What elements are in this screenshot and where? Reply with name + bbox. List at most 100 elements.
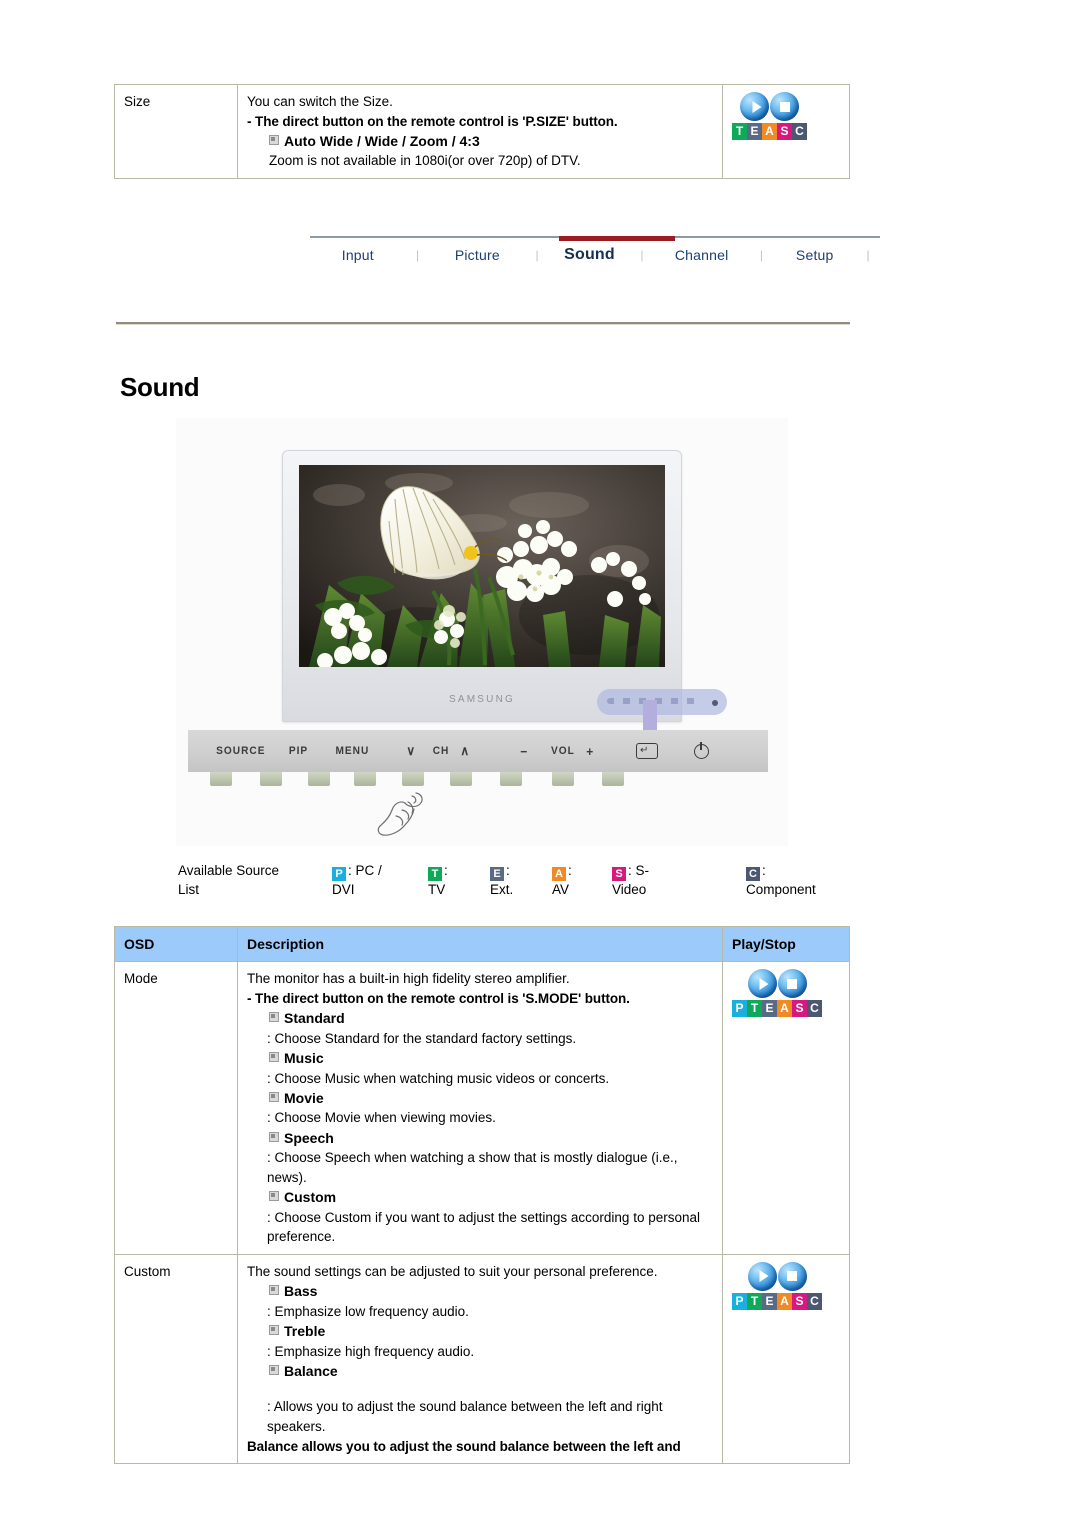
- foot-3: [308, 772, 330, 786]
- source-value-a: AV: [552, 882, 570, 897]
- mode-bullet-custom-text: Custom: [284, 1189, 337, 1206]
- pointing-hand-illustration: [372, 788, 432, 840]
- letter-badge-s-icon: S: [792, 1000, 807, 1018]
- custom-desc-treble: : Emphasize high frequency audio.: [267, 1343, 475, 1359]
- table-row: Custom The sound settings can be adjuste…: [114, 1253, 850, 1465]
- channel-down-button[interactable]: ∨: [406, 743, 415, 759]
- monitor-screen: [299, 465, 665, 667]
- power-button[interactable]: [694, 741, 709, 759]
- mode-bullet-standard: Standard: [247, 1008, 713, 1028]
- bullet-square-icon: [269, 135, 279, 146]
- size-description-cell: You can switch the Size. - The direct bu…: [237, 84, 723, 179]
- tab-input[interactable]: Input: [310, 244, 406, 266]
- channel-up-button[interactable]: ∧: [460, 743, 469, 759]
- table-row: Size You can switch the Size. - The dire…: [114, 84, 850, 179]
- letter-badge-c-icon: C: [807, 1000, 822, 1018]
- pip-button[interactable]: PIP: [289, 745, 308, 757]
- play-stop-balls: [732, 969, 822, 999]
- source-entry-t-top: T:: [428, 862, 490, 881]
- power-icon: [700, 741, 702, 750]
- custom-bullet-bass: Bass: [247, 1281, 713, 1301]
- badge-a-icon: A: [552, 867, 566, 881]
- mode-desc-custom: : Choose Custom if you want to adjust th…: [267, 1209, 700, 1245]
- osd-row-custom-playstop: PTEASC: [722, 1253, 850, 1465]
- source-value-t: TV: [428, 882, 446, 897]
- page-title: Sound: [120, 372, 200, 402]
- monitor-body: SAMSUNG: [282, 450, 727, 722]
- play-stop-balls: [732, 1261, 822, 1291]
- letter-badge-t-icon: T: [732, 123, 747, 140]
- header-description: Description: [237, 925, 723, 963]
- badge-t-icon: T: [428, 867, 442, 881]
- size-line-3: Zoom is not available in 1080i(or over 7…: [269, 153, 581, 169]
- letter-badge-t-icon: T: [747, 1292, 762, 1310]
- foot-7: [500, 772, 522, 786]
- source-list-title-1: Available Source: [178, 863, 280, 878]
- custom-note-balance: Balance allows you to adjust the sound b…: [247, 1438, 681, 1454]
- volume-up-button[interactable]: +: [586, 744, 593, 759]
- ch-label: CH: [432, 745, 450, 757]
- source-list-table: Available Source P: PC / T: E: A: S: S- …: [178, 862, 820, 899]
- osd-description-table: OSD Description Play/Stop Mode The monit…: [114, 925, 850, 1465]
- source-list-title-2: List: [178, 882, 200, 897]
- nav-separator-4: |: [759, 248, 763, 262]
- section-divider: [116, 322, 850, 325]
- custom-bullet-balance: Balance: [247, 1361, 713, 1381]
- mode-desc-music: : Choose Music when watching music video…: [267, 1070, 610, 1086]
- enter-icon: ↵: [640, 745, 649, 756]
- source-value-c: Component: [746, 882, 816, 897]
- badge-s-icon: S: [612, 867, 626, 881]
- power-led-icon: [712, 700, 718, 706]
- source-entry-a-sep: :: [568, 863, 572, 878]
- source-entry-t-sep: :: [444, 863, 448, 878]
- tab-sound[interactable]: Sound: [549, 243, 630, 267]
- letter-badge-s-icon: S: [777, 123, 792, 140]
- osd-row-custom-description: The sound settings can be adjusted to su…: [237, 1253, 723, 1465]
- size-line-1: - The direct button on the remote contro…: [247, 113, 618, 129]
- nav-top-rule: [310, 236, 880, 241]
- bullet-square-icon: [269, 1052, 279, 1063]
- bullet-square-icon: [269, 1012, 279, 1023]
- table-row: Mode The monitor has a built-in high fid…: [114, 961, 850, 1255]
- play-icon: [747, 969, 777, 999]
- play-stop-pteasc-icon: PTEASC: [732, 1261, 822, 1310]
- foot-2: [260, 772, 282, 786]
- foot-6: [450, 772, 472, 786]
- badge-p-icon: P: [332, 867, 346, 881]
- foot-1: [210, 772, 232, 786]
- letter-badge-c-icon: C: [792, 123, 807, 140]
- source-list-bottom-row: List DVI TV Ext. AV Video Component: [178, 881, 820, 899]
- nav-separator-3: |: [640, 248, 644, 262]
- document-page: Size You can switch the Size. - The dire…: [0, 0, 1080, 1527]
- mode-line-1: - The direct button on the remote contro…: [247, 990, 630, 1006]
- mode-line-0: The monitor has a built-in high fidelity…: [247, 971, 570, 987]
- bullet-square-icon: [269, 1191, 279, 1202]
- custom-bullet-balance-text: Balance: [284, 1363, 338, 1380]
- osd-row-mode-playstop: PTEASC: [722, 961, 850, 1255]
- down-arrow-icon: [637, 700, 663, 744]
- nav-separator-5: |: [866, 248, 870, 262]
- letter-badge-p-icon: P: [732, 1000, 747, 1018]
- tab-channel[interactable]: Channel: [654, 244, 750, 266]
- stop-icon: [777, 1261, 807, 1291]
- custom-spacer: [247, 1381, 713, 1397]
- enter-button[interactable]: ↵: [636, 743, 658, 759]
- source-entry-e-sep: :: [506, 863, 510, 878]
- bullet-square-icon: [269, 1365, 279, 1376]
- size-line-0: You can switch the Size.: [247, 94, 393, 109]
- source-button[interactable]: SOURCE: [216, 745, 265, 757]
- osd-row-mode-label: Mode: [114, 961, 238, 1255]
- menu-button[interactable]: MENU: [335, 745, 369, 757]
- osd-row-custom-label: Custom: [114, 1253, 238, 1465]
- nav-separator-1: |: [416, 248, 420, 262]
- letter-badge-c-icon: C: [807, 1292, 822, 1310]
- size-spec-table: Size You can switch the Size. - The dire…: [114, 84, 850, 179]
- monitor-feet: [188, 772, 768, 788]
- source-value-e: Ext.: [490, 882, 514, 897]
- tab-setup[interactable]: Setup: [773, 244, 856, 266]
- volume-down-button[interactable]: −: [520, 744, 527, 759]
- tab-picture[interactable]: Picture: [430, 244, 526, 266]
- size-line-2-bullet: Auto Wide / Wide / Zoom / 4:3: [247, 131, 713, 151]
- source-entry-s-sep: : S-: [628, 863, 650, 878]
- letter-badge-a-icon: A: [777, 1292, 792, 1310]
